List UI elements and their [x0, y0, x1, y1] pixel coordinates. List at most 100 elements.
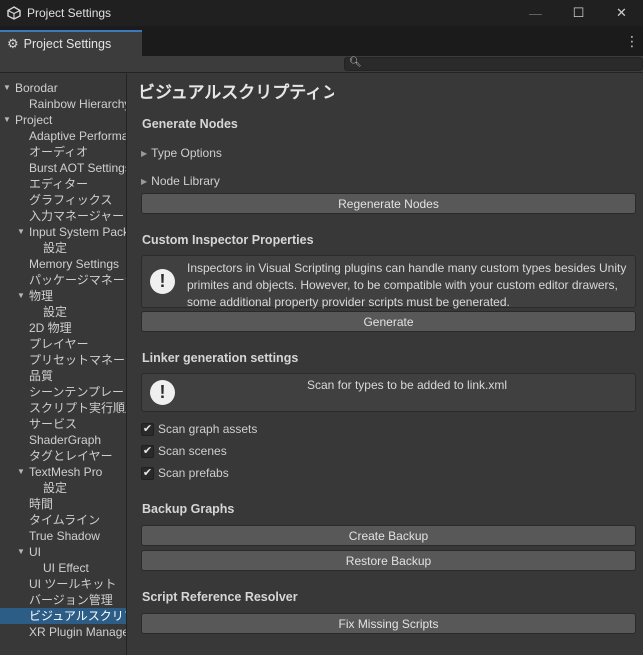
generate-nodes-heading: Generate Nodes — [142, 117, 238, 131]
scan-prefabs-checkbox[interactable]: ✔ Scan prefabs — [141, 465, 229, 481]
help-text: Scan for types to be added to link.xml — [306, 378, 508, 392]
sidebar-item-label: プレイヤー — [29, 337, 89, 351]
sidebar-item-label: Input System Package — [29, 225, 126, 239]
sidebar-item-label: タグとレイヤー — [29, 449, 113, 463]
sidebar-item[interactable]: Adaptive Performance — [0, 128, 127, 144]
sidebar-item-label: プリセットマネージャー — [29, 353, 126, 367]
sidebar-item[interactable]: UI Effect — [0, 560, 126, 576]
collapse-arrow-icon[interactable]: ▼ — [3, 80, 13, 96]
sidebar-item-label: Adaptive Performance — [29, 129, 127, 143]
collapse-arrow-icon[interactable]: ▼ — [17, 288, 27, 304]
create-backup-button[interactable]: Create Backup — [141, 525, 636, 546]
sidebar-item[interactable]: エディター — [0, 176, 126, 192]
unity-logo-icon — [7, 6, 21, 20]
sidebar-item[interactable]: Memory Settings — [0, 256, 126, 272]
sidebar-item[interactable]: UI ツールキット — [0, 576, 126, 592]
foldout-label: Node Library — [151, 174, 220, 188]
sidebar-item-label: タイムライン — [29, 513, 101, 527]
node-library-foldout[interactable]: ▶ Node Library — [141, 174, 220, 188]
regenerate-nodes-button[interactable]: Regenerate Nodes — [141, 193, 636, 214]
sidebar-item[interactable]: ShaderGraph — [0, 432, 126, 448]
sidebar-item[interactable]: 設定 — [0, 240, 126, 256]
sidebar-item[interactable]: 設定 — [0, 480, 126, 496]
sidebar-item[interactable]: ▼ UI — [0, 544, 126, 560]
sidebar-item[interactable]: 2D 物理 — [0, 320, 126, 336]
sidebar-item-label: 物理 — [29, 289, 54, 303]
sidebar-item[interactable]: サービス — [0, 416, 126, 432]
tab-label: Project Settings — [23, 37, 112, 51]
sidebar-item-label: 設定 — [43, 241, 68, 255]
sidebar-item[interactable]: Burst AOT Settings — [0, 160, 127, 176]
sidebar-item[interactable]: グラフィックス — [0, 192, 126, 208]
checkmark-icon: ✔ — [141, 466, 154, 480]
sidebar-item-label: UI ツールキット — [29, 577, 117, 591]
sidebar-item[interactable]: 設定 — [0, 304, 126, 320]
collapse-arrow-icon[interactable]: ▼ — [17, 464, 27, 480]
sidebar-item[interactable]: タグとレイヤー — [0, 448, 126, 464]
sidebar-item[interactable]: パッケージマネージャー — [0, 272, 126, 288]
sidebar-item-label: Borodar — [15, 81, 58, 95]
checkbox-label: Scan scenes — [158, 444, 227, 458]
sidebar-item[interactable]: シーンテンプレート — [0, 384, 127, 400]
sidebar-item[interactable]: ▼Input System Package — [0, 224, 126, 240]
settings-tree: ▼ Borodar Rainbow Hierarchy ▼ Project Adaptiv… — [0, 74, 127, 655]
sidebar-item-label: UI Effect — [43, 561, 89, 575]
sidebar-item[interactable]: 時間 — [0, 496, 126, 512]
sidebar-item-label: シーンテンプレート — [29, 385, 127, 399]
warning-icon: ! — [150, 380, 175, 405]
linker-helpbox: ! Scan for types to be added to link.xml — [141, 373, 636, 412]
sidebar-item[interactable]: 品質 — [0, 368, 126, 384]
sidebar-item[interactable]: ビジュアルスクリプティング — [0, 608, 126, 624]
type-options-foldout[interactable]: ▶ Type Options — [141, 146, 222, 160]
sidebar-item-label: True Shadow — [29, 529, 100, 543]
scan-scenes-checkbox[interactable]: ✔ Scan scenes — [141, 443, 227, 459]
sidebar-item[interactable]: バージョン管理 — [0, 592, 126, 608]
search-input[interactable]: 🔍︎ — [344, 57, 643, 71]
warning-icon: ! — [150, 269, 175, 294]
backup-graphs-heading: Backup Graphs — [142, 502, 235, 516]
sidebar-item-label: グラフィックス — [29, 193, 113, 207]
sidebar-item[interactable]: プリセットマネージャー — [0, 352, 126, 368]
sidebar-item[interactable]: スクリプト実行順序 — [0, 400, 126, 416]
sidebar-item[interactable]: ▼ Borodar — [0, 80, 126, 96]
maximize-button[interactable]: ☐ — [557, 0, 600, 26]
restore-backup-button[interactable]: Restore Backup — [141, 550, 636, 571]
gear-icon: ⚙ — [7, 36, 19, 51]
sidebar-item[interactable]: プレイヤー — [0, 336, 126, 352]
tab-bar: ⚙ Project Settings ⋮ — [0, 26, 643, 56]
sidebar-item[interactable]: Rainbow Hierarchy — [0, 96, 126, 112]
more-options-icon[interactable]: ⋮ — [625, 34, 639, 48]
help-text: Inspectors in Visual Scripting plugins c… — [187, 261, 627, 309]
collapse-arrow-icon[interactable]: ▼ — [17, 224, 27, 240]
sidebar-item-label: Burst AOT Settings — [29, 161, 127, 175]
collapse-arrow-icon[interactable]: ▼ — [17, 544, 27, 560]
sidebar-item-label: ShaderGraph — [29, 433, 102, 447]
sidebar-item[interactable]: 入力マネージャー — [0, 208, 126, 224]
foldout-label: Type Options — [151, 146, 222, 160]
toolbar: 🔍︎ — [0, 56, 643, 73]
sidebar-item[interactable]: オーディオ — [0, 144, 126, 160]
sidebar-item[interactable]: タイムライン — [0, 512, 126, 528]
sidebar-item-label: エディター — [29, 177, 89, 191]
sidebar-item-label: 入力マネージャー — [29, 209, 125, 223]
collapse-arrow-icon[interactable]: ▼ — [3, 112, 13, 128]
sidebar-item[interactable]: XR Plugin Management — [0, 624, 126, 640]
generate-button[interactable]: Generate — [141, 311, 636, 332]
minimize-button[interactable]: — — [514, 0, 557, 26]
page-title: ビジュアルスクリプティング — [138, 83, 334, 102]
sidebar-item[interactable]: True Shadow — [0, 528, 126, 544]
tab-project-settings[interactable]: ⚙ Project Settings — [0, 30, 142, 56]
sidebar-item[interactable]: ▼ Project — [0, 112, 126, 128]
checkmark-icon: ✔ — [141, 422, 154, 436]
sidebar-item-label: 設定 — [43, 305, 68, 319]
sidebar-item[interactable]: ▼ 物理 — [0, 288, 126, 304]
sidebar-item-label: UI — [29, 545, 41, 559]
fix-missing-scripts-button[interactable]: Fix Missing Scripts — [141, 613, 636, 634]
sidebar-item[interactable]: ▼ TextMesh Pro — [0, 464, 126, 480]
custom-inspector-heading: Custom Inspector Properties — [142, 233, 314, 247]
sidebar-item-label: TextMesh Pro — [29, 465, 103, 479]
sidebar-item-label: 品質 — [29, 369, 54, 383]
title-bar: Project Settings — ☐ ✕ — [0, 0, 643, 26]
scan-graph-assets-checkbox[interactable]: ✔ Scan graph assets — [141, 421, 257, 437]
close-button[interactable]: ✕ — [600, 0, 643, 26]
